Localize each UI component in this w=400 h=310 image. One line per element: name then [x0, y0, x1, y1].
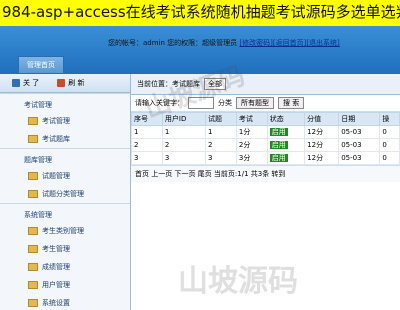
- sidebar-item[interactable]: 考生管理: [0, 240, 130, 258]
- table-cell: 1: [204, 125, 237, 139]
- status-cell: 启用: [266, 138, 306, 152]
- table-header: 序号 用户ID 试题 考试 状态 分值 日期 操: [131, 112, 400, 126]
- page-title: 984-asp+access在线考试系统随机抽题考试源码多选单选判: [0, 0, 400, 26]
- breadcrumb: 当前位置：考试题库: [137, 80, 200, 88]
- sidebar-item[interactable]: 考试题库: [0, 130, 130, 148]
- sidebar-toolbar: 关 了 刷 新: [0, 74, 130, 93]
- status-badge[interactable]: 启用: [269, 128, 288, 136]
- sidebar-item-label: 考生管理: [42, 245, 70, 253]
- filter-bar: 请输入关键字： 分类 所有题型 搜 索: [131, 95, 400, 112]
- table-cell: 3: [161, 151, 206, 165]
- close-label: 关 了: [23, 79, 40, 87]
- sidebar-group-title[interactable]: 考试管理: [0, 93, 130, 112]
- pagination[interactable]: 首页 上一页 下一页 尾页 当前页:1/1 共3条 转到: [131, 165, 400, 182]
- folder-icon: [28, 245, 38, 253]
- top-bar: 您的帐号：admin 您的权限：超级管理员 [修改密码][返回首页][退出系统]…: [0, 26, 400, 74]
- sidebar-item-label: 成绩管理: [42, 263, 70, 271]
- column-header[interactable]: 试题: [204, 112, 237, 126]
- refresh-button[interactable]: 刷 新: [57, 78, 84, 88]
- sidebar-item[interactable]: 考试管理: [0, 112, 130, 130]
- app-window: 您的帐号：admin 您的权限：超级管理员 [修改密码][返回首页][退出系统]…: [0, 26, 400, 310]
- table-cell: 2: [131, 138, 163, 152]
- table-cell: 3: [131, 151, 163, 165]
- table-cell: 12分: [304, 151, 340, 165]
- status-cell: 启用: [266, 125, 306, 139]
- sidebar-item[interactable]: 试题管理: [0, 167, 130, 185]
- sidebar: 关 了 刷 新 考试管理 考试管理 考试题库 题库管理 试题管理 试题分类管理 …: [0, 74, 131, 310]
- filter-label: 请输入关键字：: [135, 99, 184, 107]
- table-cell: 1: [161, 125, 206, 139]
- table-cell: 05-03: [338, 138, 381, 152]
- sidebar-item[interactable]: 试题分类管理: [0, 185, 130, 203]
- sidebar-item[interactable]: 系统设置: [0, 294, 130, 310]
- sidebar-item-label: 试题分类管理: [42, 190, 84, 198]
- folder-icon: [28, 227, 38, 235]
- table-cell[interactable]: 0: [379, 138, 400, 152]
- table-cell: 2: [204, 138, 237, 152]
- folder-icon: [28, 299, 38, 307]
- folder-icon: [28, 281, 38, 289]
- sidebar-item-label: 考生类别管理: [42, 227, 84, 235]
- column-header[interactable]: 用户ID: [161, 112, 206, 126]
- table-row[interactable]: 2 2 2 2分 启用 12分 05-03 0: [131, 138, 400, 152]
- tab-home[interactable]: 管理首页: [18, 56, 64, 73]
- sidebar-item[interactable]: 考生类别管理: [0, 222, 130, 240]
- sidebar-item-label: 考试管理: [42, 117, 70, 125]
- close-icon: [12, 79, 20, 87]
- sidebar-item-label: 试题管理: [42, 172, 70, 180]
- column-header[interactable]: 状态: [266, 112, 306, 126]
- sidebar-item-label: 系统设置: [42, 299, 70, 307]
- main-panel: 当前位置：考试题库 全部 请输入关键字： 分类 所有题型 搜 索 序号 用户ID…: [131, 74, 400, 310]
- folder-icon: [28, 135, 38, 143]
- keyword-input[interactable]: [188, 97, 214, 109]
- refresh-icon: [57, 79, 66, 87]
- table-cell: 3: [204, 151, 237, 165]
- column-header[interactable]: 分值: [304, 112, 340, 126]
- folder-icon: [28, 117, 38, 125]
- table-cell: 1分: [235, 125, 268, 139]
- table-cell: 12分: [304, 138, 340, 152]
- column-header[interactable]: 序号: [131, 112, 163, 126]
- data-table: 序号 用户ID 试题 考试 状态 分值 日期 操 1 1 1 1分 启用 12分…: [131, 112, 400, 165]
- user-info: 您的帐号：admin 您的权限：超级管理员 [修改密码][返回首页][退出系统]: [108, 38, 340, 48]
- user-info-text: 您的帐号：admin 您的权限：超级管理员: [108, 39, 238, 47]
- search-button[interactable]: 搜 索: [278, 97, 305, 109]
- sidebar-item-label: 用户管理: [42, 281, 70, 289]
- table-cell: 2分: [235, 138, 268, 152]
- status-badge[interactable]: 启用: [269, 154, 288, 162]
- folder-icon: [28, 190, 38, 198]
- table-cell[interactable]: 0: [379, 151, 400, 165]
- table-cell: 12分: [304, 125, 340, 139]
- sidebar-item[interactable]: 用户管理: [0, 276, 130, 294]
- table-row[interactable]: 1 1 1 1分 启用 12分 05-03 0: [131, 125, 400, 139]
- filter-field-label: 分类: [218, 99, 232, 107]
- table-cell: 3分: [235, 151, 268, 165]
- table-cell: 1: [131, 125, 163, 139]
- table-cell: 05-03: [338, 151, 381, 165]
- category-select[interactable]: 全部: [204, 78, 226, 90]
- table-row[interactable]: 3 3 3 3分 启用 12分 05-03 0: [131, 151, 400, 165]
- sidebar-item-label: 考试题库: [42, 135, 70, 143]
- table-cell[interactable]: 0: [379, 125, 400, 139]
- sidebar-group-title[interactable]: 题库管理: [0, 148, 130, 167]
- refresh-label: 刷 新: [68, 79, 85, 87]
- main-header: 当前位置：考试题库 全部: [131, 74, 400, 95]
- column-header[interactable]: 操: [379, 112, 400, 126]
- type-select[interactable]: 所有题型: [236, 97, 274, 109]
- sidebar-item[interactable]: 成绩管理: [0, 258, 130, 276]
- status-badge[interactable]: 启用: [269, 141, 288, 149]
- folder-icon: [28, 263, 38, 271]
- user-links[interactable]: [修改密码][返回首页][退出系统]: [239, 39, 339, 47]
- table-cell: 2: [161, 138, 206, 152]
- status-cell: 启用: [266, 151, 306, 165]
- column-header[interactable]: 考试: [235, 112, 268, 126]
- sidebar-group-title[interactable]: 系统管理: [0, 203, 130, 222]
- close-button[interactable]: 关 了: [12, 78, 39, 88]
- folder-icon: [28, 172, 38, 180]
- column-header[interactable]: 日期: [338, 112, 381, 126]
- table-cell: 05-03: [338, 125, 381, 139]
